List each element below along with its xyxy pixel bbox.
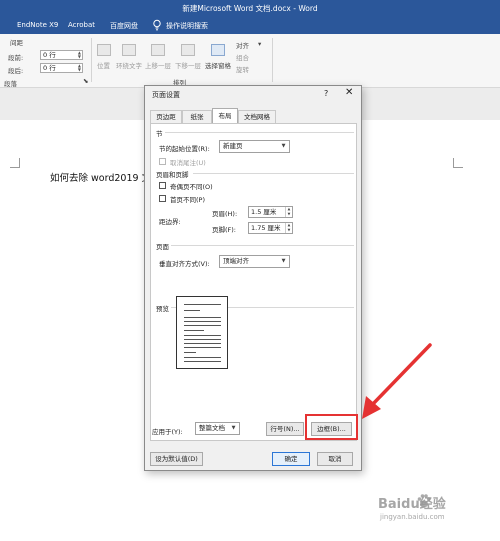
set-default-button[interactable]: 设为默认值(D)	[150, 452, 203, 466]
before-spin[interactable]: 0 行 ▲ ▼	[40, 50, 83, 60]
preview-thumbnail	[176, 296, 228, 369]
preview-heading: 预览	[156, 305, 169, 313]
chevron-down-icon: ▼	[231, 425, 236, 431]
ribbon-separator	[91, 38, 92, 82]
section-divider	[165, 132, 354, 133]
header-distance-spinbox[interactable]: 1.5 厘米 ▲ ▼	[248, 206, 293, 218]
cancel-button[interactable]: 取消	[317, 452, 353, 466]
watermark-brand: Baidu经验	[378, 497, 446, 512]
spin-arrows-icon[interactable]: ▲ ▼	[285, 223, 292, 233]
section-start-label: 节的起始位置(R):	[159, 145, 210, 153]
tab-layout[interactable]: 布局	[212, 108, 238, 123]
dropdown-arrow-icon: ▾	[258, 40, 262, 48]
bring-forward-button[interactable]: 上移一层	[145, 60, 171, 70]
position-button[interactable]: 位置	[97, 60, 110, 70]
after-label: 段后:	[8, 67, 24, 75]
wrap-text-button[interactable]: 环绕文字	[116, 60, 142, 70]
align-button[interactable]: 对齐	[236, 40, 249, 50]
header-footer-heading: 页眉和页脚	[156, 171, 189, 179]
after-spin[interactable]: 0 行 ▲ ▼	[40, 63, 83, 73]
dialog-title: 页面设置	[152, 91, 180, 99]
spin-arrows-icon: ▲ ▼	[77, 50, 81, 59]
before-label: 段前:	[8, 54, 24, 62]
odd-even-checkbox[interactable]	[159, 182, 166, 189]
menu-baidu-netdisk[interactable]: 百度网盘	[110, 21, 138, 31]
chevron-down-icon: ▼	[281, 258, 286, 264]
from-edge-label: 距边界:	[159, 218, 181, 226]
highlight-box	[305, 414, 358, 440]
first-page-checkbox[interactable]	[159, 195, 166, 202]
window-title: 新建Microsoft Word 文档.docx - Word	[182, 4, 318, 13]
tab-document-grid[interactable]: 文档网格	[238, 110, 276, 123]
send-backward-icon[interactable]	[181, 44, 195, 56]
first-page-label: 首页不同(P)	[170, 196, 205, 204]
baidu-watermark: Baidu经验 jingyan.baidu.com	[376, 493, 486, 527]
section-start-select[interactable]: 新建页 ▼	[219, 140, 290, 153]
ribbon: 间距 段前: 0 行 ▲ ▼ 段后: 0 行 ▲ ▼ 段落 ⬊ 位置 环绕文字 上移一层…	[0, 34, 500, 88]
footer-distance-spinbox[interactable]: 1.75 厘米 ▲ ▼	[248, 222, 293, 234]
odd-even-label: 奇偶页不同(O)	[170, 183, 213, 191]
watermark-url: jingyan.baidu.com	[380, 513, 445, 521]
apply-to-label: 应用于(Y):	[152, 428, 183, 436]
position-icon[interactable]	[97, 44, 111, 56]
header-distance-label: 页眉(H):	[212, 210, 238, 218]
wrap-text-icon[interactable]	[122, 44, 136, 56]
group-button[interactable]: 组合	[236, 52, 249, 62]
paragraph-group-label: 段落	[4, 80, 17, 88]
footer-distance-label: 页脚(F):	[212, 226, 237, 234]
suppress-endnotes-checkbox[interactable]	[159, 158, 166, 165]
menu-acrobat[interactable]: Acrobat	[68, 21, 95, 29]
chevron-down-icon: ▼	[281, 143, 286, 149]
spacing-group-label: 间距	[10, 39, 23, 47]
lightbulb-icon	[153, 19, 161, 31]
ribbon-separator	[272, 38, 273, 82]
rotate-button[interactable]: 旋转	[236, 64, 249, 74]
tab-margins[interactable]: 页边距	[150, 110, 182, 123]
crop-mark	[453, 167, 463, 168]
section-divider	[171, 245, 354, 246]
suppress-endnotes-label: 取消尾注(U)	[170, 159, 206, 167]
vertical-align-select[interactable]: 顶端对齐 ▼	[219, 255, 290, 268]
close-icon[interactable]: ✕	[345, 87, 353, 98]
tab-paper[interactable]: 纸张	[182, 110, 212, 123]
apply-to-select[interactable]: 整篇文档 ▼	[195, 422, 240, 435]
menu-bar: EndNote X9 Acrobat 百度网盘 操作说明搜索	[0, 17, 500, 34]
section-heading: 节	[156, 130, 163, 138]
document-text[interactable]: 如何去除 word2019 文	[50, 170, 151, 184]
spin-arrows-icon[interactable]: ▲ ▼	[285, 207, 292, 217]
selection-pane-button[interactable]: 选择窗格	[205, 60, 231, 70]
send-backward-button[interactable]: 下移一层	[175, 60, 201, 70]
layout-panel: 节 节的起始位置(R): 新建页 ▼ 取消尾注(U) 页眉和页脚 奇偶页不同(O…	[150, 123, 357, 441]
bring-forward-icon[interactable]	[151, 44, 165, 56]
tell-me-search[interactable]: 操作说明搜索	[166, 21, 208, 31]
line-numbers-button[interactable]: 行号(N)...	[266, 422, 304, 436]
selection-pane-icon[interactable]	[211, 44, 225, 56]
dialog-launcher-icon[interactable]: ⬊	[83, 77, 88, 85]
page-heading: 页面	[156, 243, 169, 251]
menu-endnote[interactable]: EndNote X9	[17, 21, 58, 29]
vertical-align-label: 垂直对齐方式(V):	[159, 260, 210, 268]
crop-mark	[10, 167, 20, 168]
spin-arrows-icon: ▲ ▼	[77, 63, 81, 72]
help-icon[interactable]: ?	[324, 89, 328, 98]
title-bar: 新建Microsoft Word 文档.docx - Word	[0, 0, 500, 17]
ok-button[interactable]: 确定	[272, 452, 310, 466]
section-divider	[193, 173, 354, 174]
